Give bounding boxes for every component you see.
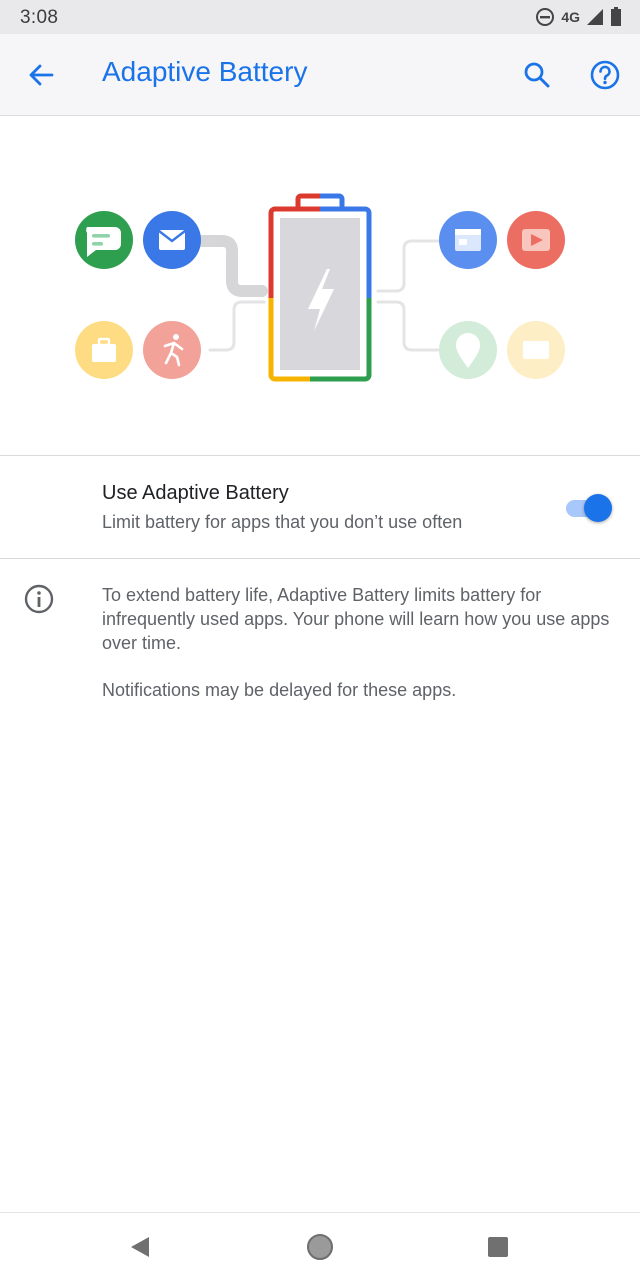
network-type: 4G: [561, 9, 580, 25]
help-button[interactable]: [584, 54, 626, 96]
info-icon: [24, 584, 54, 614]
page-title: Adaptive Battery: [102, 56, 308, 87]
battery-bolt-icon: [268, 193, 372, 382]
nav-recents-button[interactable]: [482, 1231, 514, 1263]
messages-icon: [75, 211, 133, 269]
video-icon: [507, 211, 565, 269]
do-not-disturb-icon: [536, 8, 555, 26]
adaptive-battery-toggle[interactable]: [564, 494, 614, 522]
search-button[interactable]: [516, 54, 558, 96]
setting-title: Use Adaptive Battery: [102, 482, 289, 504]
calendar-icon: [439, 211, 497, 269]
message-card-icon: [507, 321, 565, 379]
divider: [0, 558, 640, 559]
navigation-bar: [0, 1212, 640, 1280]
location-icon: [439, 321, 497, 379]
nav-home-button[interactable]: [304, 1231, 336, 1263]
signal-icon: [587, 9, 603, 25]
footer-notifications-note: Notifications may be delayed for these a…: [102, 680, 457, 700]
use-adaptive-battery-setting[interactable]: Use Adaptive Battery Limit battery for a…: [0, 456, 640, 558]
app-bar: Adaptive Battery: [0, 34, 640, 116]
nav-back-icon: [131, 1237, 149, 1257]
setting-summary: Limit battery for apps that you don’t us…: [102, 512, 463, 532]
search-icon: [524, 62, 550, 88]
briefcase-icon: [75, 321, 133, 379]
fitness-icon: [143, 321, 201, 379]
help-icon: [590, 60, 620, 90]
footer-description: To extend battery life, Adaptive Battery…: [102, 585, 610, 653]
email-icon: [143, 211, 201, 269]
status-time: 3:08: [20, 7, 59, 28]
status-icons: 4G: [535, 6, 622, 28]
back-arrow-icon: [29, 64, 54, 86]
nav-home-icon: [307, 1234, 333, 1260]
adaptive-battery-screen: 3:08 4G Adaptive Battery Use Adaptive Ba…: [0, 0, 640, 1280]
toggle-thumb: [584, 494, 612, 522]
nav-recents-icon: [488, 1237, 508, 1257]
battery-icon: [611, 7, 621, 26]
back-button[interactable]: [20, 54, 62, 96]
adaptive-battery-illustration: [75, 193, 565, 382]
nav-back-button[interactable]: [124, 1231, 156, 1263]
status-bar: 3:08 4G: [0, 0, 640, 34]
